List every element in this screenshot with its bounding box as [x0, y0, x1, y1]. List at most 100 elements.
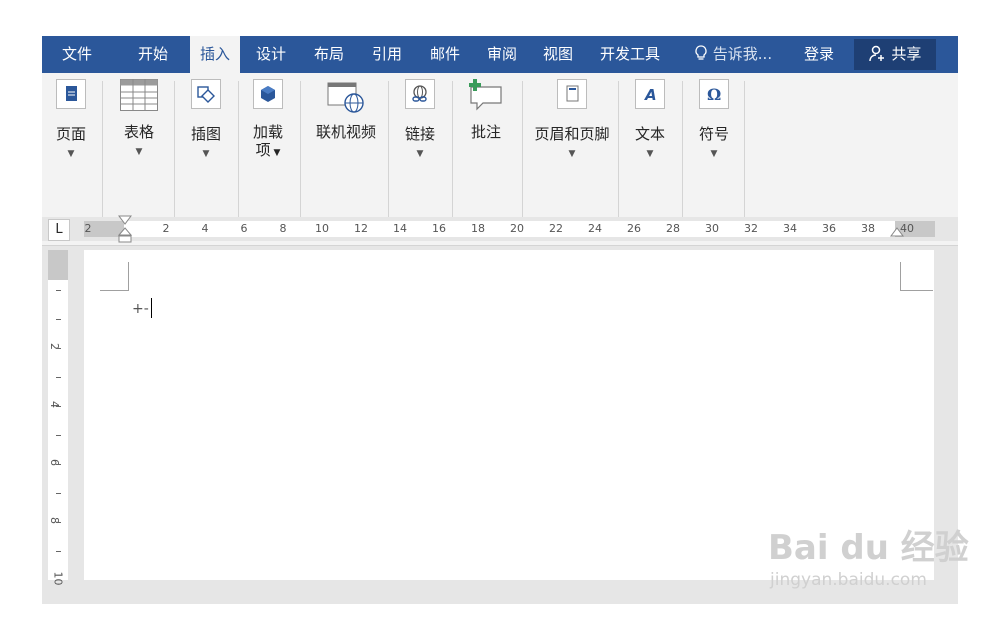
baidu-watermark-logo: Bai du 经验 — [768, 528, 969, 568]
ribbon-tab-bar: 文件 开始 插入 设计 布局 引用 邮件 审阅 视图 开发工具 告诉我... 登… — [42, 36, 958, 73]
vertical-ruler-tick — [56, 435, 61, 436]
tab-mailings[interactable]: 邮件 — [430, 36, 460, 73]
ruler-number: 8 — [279, 222, 287, 235]
ruler-number: 18 — [471, 222, 485, 235]
chevron-down-icon: ▼ — [568, 149, 576, 159]
omega-icon: Ω — [699, 79, 729, 109]
ruler-number: 12 — [354, 222, 368, 235]
tell-me-text: 告诉我... — [712, 45, 773, 63]
first-line-indent-marker[interactable] — [117, 215, 133, 248]
ruler-number: 24 — [588, 222, 602, 235]
tab-home[interactable]: 开始 — [138, 36, 168, 73]
link-label: 链接 — [404, 125, 435, 143]
header-footer-icon — [557, 79, 587, 109]
ruler-number: 2 — [84, 222, 92, 235]
vertical-ruler-tick — [56, 406, 61, 407]
vertical-ruler-tick — [56, 551, 61, 552]
ruler-number: 28 — [666, 222, 680, 235]
header-footer-label: 页眉和页脚 — [534, 125, 610, 143]
tab-references[interactable]: 引用 — [372, 36, 402, 73]
crop-mark-top-left — [100, 262, 129, 291]
tab-file[interactable]: 文件 — [62, 36, 92, 73]
comment-label: 批注 — [470, 123, 501, 141]
ruler-number: 20 — [510, 222, 524, 235]
addins-label: 加载 项 ▼ — [252, 123, 283, 159]
tab-review[interactable]: 审阅 — [487, 36, 517, 73]
ruler-number: 4 — [201, 222, 209, 235]
tab-layout[interactable]: 布局 — [314, 36, 344, 73]
chevron-down-icon: ▼ — [67, 149, 75, 159]
vertical-ruler-tick — [56, 290, 61, 291]
tab-stop-selector[interactable]: L — [48, 219, 70, 241]
ruler-number: 2 — [162, 222, 170, 235]
text-button[interactable]: A 文本 ▼ — [626, 79, 674, 159]
ruler-number: 10 — [315, 222, 329, 235]
page-button[interactable]: 页面 ▼ — [50, 79, 92, 159]
table-button[interactable]: 表格 ▼ — [114, 79, 164, 157]
link-button[interactable]: 链接 ▼ — [396, 79, 444, 159]
share-label: 共享 — [891, 45, 922, 63]
ruler-number: 30 — [705, 222, 719, 235]
ruler-number: 26 — [627, 222, 641, 235]
online-video-label: 联机视频 — [315, 123, 376, 141]
ruler-number: 14 — [393, 222, 407, 235]
horizontal-ruler[interactable]: L 2 2 4 6 8 10 12 14 16 18 20 22 24 26 28 30 32 34 36 38 40 — [42, 215, 958, 243]
text-cursor — [151, 298, 152, 318]
table-label: 表格 — [123, 123, 154, 141]
lightbulb-icon — [694, 45, 713, 63]
page-icon — [56, 79, 86, 109]
link-globe-icon — [405, 79, 435, 109]
login-link[interactable]: 登录 — [804, 36, 834, 73]
ruler-number: 16 — [432, 222, 446, 235]
ruler-number: 6 — [240, 222, 248, 235]
text-label: 文本 — [634, 125, 665, 143]
vertical-ruler-tick — [56, 348, 61, 349]
person-add-icon — [868, 45, 892, 63]
share-button[interactable]: 共享 — [854, 39, 936, 70]
ruler-number: 32 — [744, 222, 758, 235]
text-box-icon: A — [635, 79, 665, 109]
tab-developer[interactable]: 开发工具 — [600, 36, 660, 73]
page-label: 页面 — [55, 125, 86, 143]
svg-text:Ω: Ω — [707, 85, 721, 104]
chevron-down-icon: ▼ — [710, 149, 718, 159]
cube-icon — [253, 79, 283, 109]
ruler-strip — [84, 221, 934, 237]
new-comment-icon — [463, 79, 509, 115]
paragraph-mark: +- — [132, 301, 149, 317]
vertical-ruler-tick — [56, 464, 61, 465]
table-icon — [120, 79, 158, 111]
tab-view[interactable]: 视图 — [543, 36, 573, 73]
addins-label-line1: 加载 — [252, 123, 283, 141]
comment-button[interactable]: 批注 — [460, 79, 512, 143]
vertical-ruler[interactable]: 2 4 6 8 10 — [48, 250, 68, 586]
tab-insert[interactable]: 插入 — [190, 36, 241, 73]
vertical-ruler-tick — [56, 319, 61, 320]
illustrations-button[interactable]: 插图 ▼ — [182, 79, 230, 159]
crop-mark-top-right — [900, 262, 933, 291]
symbol-button[interactable]: Ω 符号 ▼ — [690, 79, 738, 159]
svg-text:A: A — [644, 86, 657, 104]
chevron-down-icon: ▼ — [135, 147, 143, 157]
illustrations-label: 插图 — [190, 125, 221, 143]
chevron-down-icon: ▼ — [646, 149, 654, 159]
vertical-ruler-number: 10 — [51, 571, 65, 586]
baidu-watermark-url: jingyan.baidu.com — [770, 570, 927, 590]
ruler-number: 36 — [822, 222, 836, 235]
vertical-ruler-margin — [48, 250, 68, 280]
right-indent-marker[interactable] — [890, 227, 904, 242]
addins-button[interactable]: 加载 项 ▼ — [244, 79, 292, 162]
shapes-icon — [191, 79, 221, 109]
vertical-ruler-tick — [56, 377, 61, 378]
header-footer-button[interactable]: 页眉和页脚 ▼ — [526, 79, 618, 159]
word-window: 文件 开始 插入 设计 布局 引用 邮件 审阅 视图 开发工具 告诉我... 登… — [42, 36, 958, 604]
video-globe-icon — [326, 79, 366, 115]
addins-label-line2: 项 — [255, 141, 271, 159]
symbol-label: 符号 — [698, 125, 729, 143]
vertical-ruler-tick — [56, 493, 61, 494]
online-video-button[interactable]: 联机视频 — [306, 79, 386, 143]
vertical-ruler-tick — [56, 522, 61, 523]
ruler-number: 34 — [783, 222, 797, 235]
tell-me-box[interactable]: 告诉我... — [694, 36, 772, 73]
tab-design[interactable]: 设计 — [256, 36, 286, 73]
